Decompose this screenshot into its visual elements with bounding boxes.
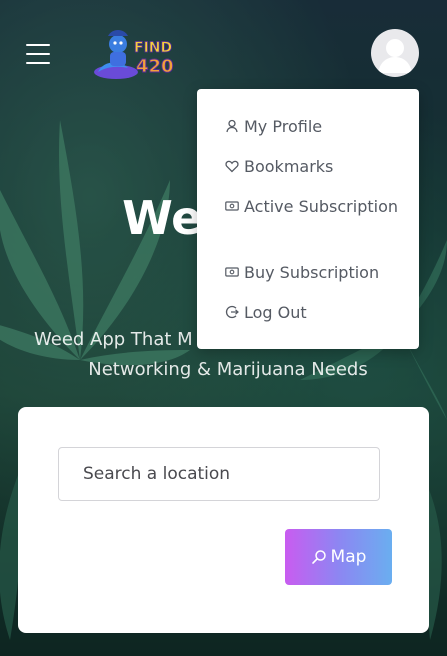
genie-logo-icon[interactable]: FIND 420 bbox=[90, 22, 186, 84]
search-input[interactable] bbox=[58, 447, 380, 501]
money-icon bbox=[225, 265, 239, 279]
map-button-label: Map bbox=[330, 547, 367, 567]
heart-icon bbox=[225, 159, 239, 173]
menu-item-active-subscription[interactable]: Active Subscription bbox=[225, 194, 415, 220]
search-card: Map bbox=[18, 407, 429, 633]
menu-item-label: Buy Subscription bbox=[244, 263, 380, 282]
profile-dropdown-menu: My Profile Bookmarks Active Subscription… bbox=[197, 89, 419, 349]
logo-text-find: FIND bbox=[134, 40, 172, 56]
hamburger-icon[interactable] bbox=[26, 44, 50, 64]
menu-item-label: Log Out bbox=[244, 303, 307, 322]
logout-icon bbox=[225, 305, 239, 319]
search-icon bbox=[311, 549, 327, 565]
menu-item-label: Active Subscription bbox=[244, 197, 398, 216]
menu-item-bookmarks[interactable]: Bookmarks bbox=[225, 154, 415, 180]
user-icon bbox=[225, 119, 239, 133]
logo-text-420: 420 bbox=[136, 56, 174, 77]
menu-item-label: My Profile bbox=[244, 117, 323, 136]
user-avatar-icon[interactable] bbox=[371, 29, 419, 77]
map-button[interactable]: Map bbox=[285, 529, 392, 585]
menu-item-my-profile[interactable]: My Profile bbox=[225, 114, 415, 140]
menu-item-label: Bookmarks bbox=[244, 157, 334, 176]
money-icon bbox=[225, 199, 239, 213]
hero-subtitle-line-2: Networking & Marijuana Needs bbox=[88, 359, 368, 380]
menu-item-log-out[interactable]: Log Out bbox=[225, 300, 415, 326]
menu-item-buy-subscription[interactable]: Buy Subscription bbox=[225, 260, 415, 286]
